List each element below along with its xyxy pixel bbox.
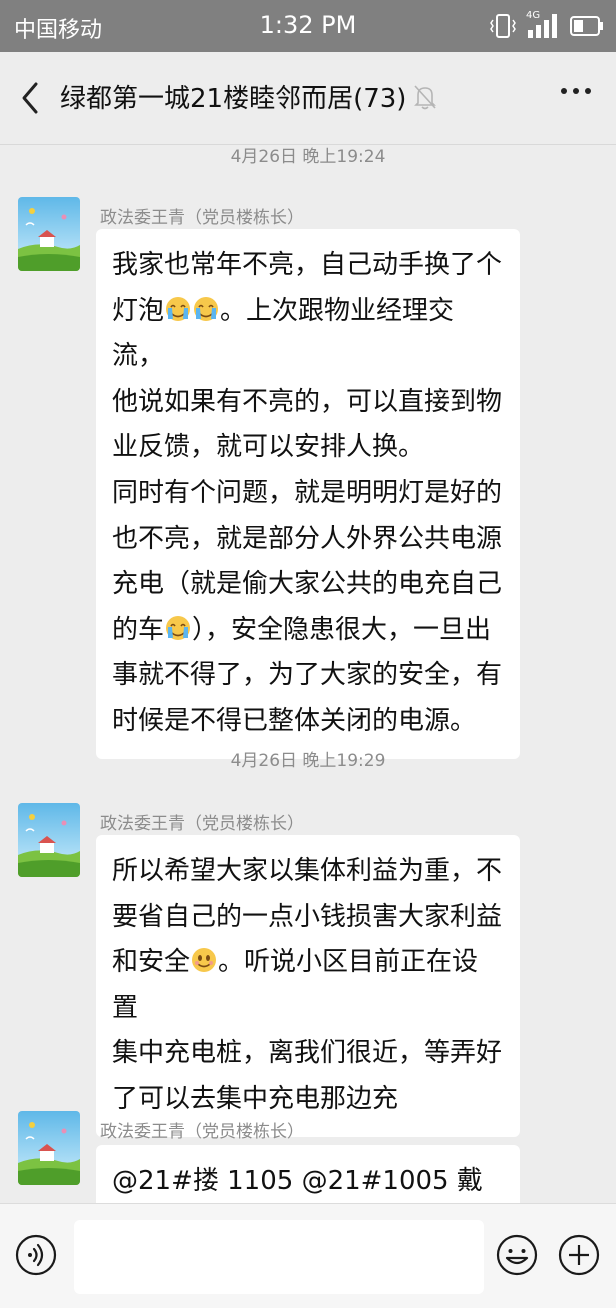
- back-arrow-icon[interactable]: [14, 78, 50, 118]
- chat-area[interactable]: 4月26日 晚上19:24 政法委王青（党员楼栋长） 我家也常年不亮，自己动手换…: [0, 145, 616, 1203]
- crying-face-emoji: [194, 296, 219, 321]
- chat-title: 绿都第一城21楼睦邻而居(73): [60, 84, 407, 114]
- mute-bell-icon: [414, 84, 437, 109]
- message-bubble[interactable]: 我家也常年不亮，自己动手换了个 灯泡 。上次跟物业经理交流， 他说如果有不亮的，可…: [96, 229, 520, 759]
- message-timestamp: 4月26日 晚上19:29: [230, 751, 386, 771]
- message-input[interactable]: [74, 1220, 484, 1294]
- message-bubble[interactable]: 所以希望大家以集体利益为重，不 要省自己的一点小钱损害大家利益 和安全 。听说小区…: [96, 835, 520, 1137]
- sender-name: 政法委王青（党员楼栋长）: [100, 208, 304, 228]
- spring-landscape-avatar[interactable]: [18, 803, 80, 877]
- chat-header: 绿都第一城21楼睦邻而居(73): [0, 52, 616, 145]
- emoji-icon[interactable]: [496, 1234, 538, 1276]
- smiling-face-emoji: [192, 948, 217, 973]
- spring-landscape-avatar[interactable]: [18, 197, 80, 271]
- message-text: @21#搂 1105 @21#1005 戴 问题: [112, 1166, 483, 1196]
- message-bubble[interactable]: @21#搂 1105 @21#1005 戴 问题: [96, 1145, 520, 1203]
- message-text: 。上次跟物业经理交流， 他说如果有不亮的，可以直接到物 业反馈，就可以安排人换。…: [112, 295, 503, 645]
- voice-icon[interactable]: [15, 1234, 57, 1276]
- message-timestamp: 4月26日 晚上19:24: [230, 147, 386, 167]
- crying-face-emoji: [166, 296, 191, 321]
- status-bar: 中国移动 1:32 PM 4G: [0, 0, 616, 52]
- sender-name: 政法委王青（党员楼栋长）: [100, 1122, 304, 1142]
- plus-icon[interactable]: [558, 1234, 600, 1276]
- more-icon[interactable]: [560, 86, 592, 96]
- vibrate-icon: [490, 14, 516, 38]
- signal-icon: 4G: [526, 10, 560, 40]
- spring-landscape-avatar[interactable]: [18, 1111, 80, 1185]
- crying-face-emoji: [166, 615, 191, 640]
- battery-icon: [570, 16, 603, 36]
- input-bar: [0, 1203, 616, 1308]
- sender-name: 政法委王青（党员楼栋长）: [100, 814, 304, 834]
